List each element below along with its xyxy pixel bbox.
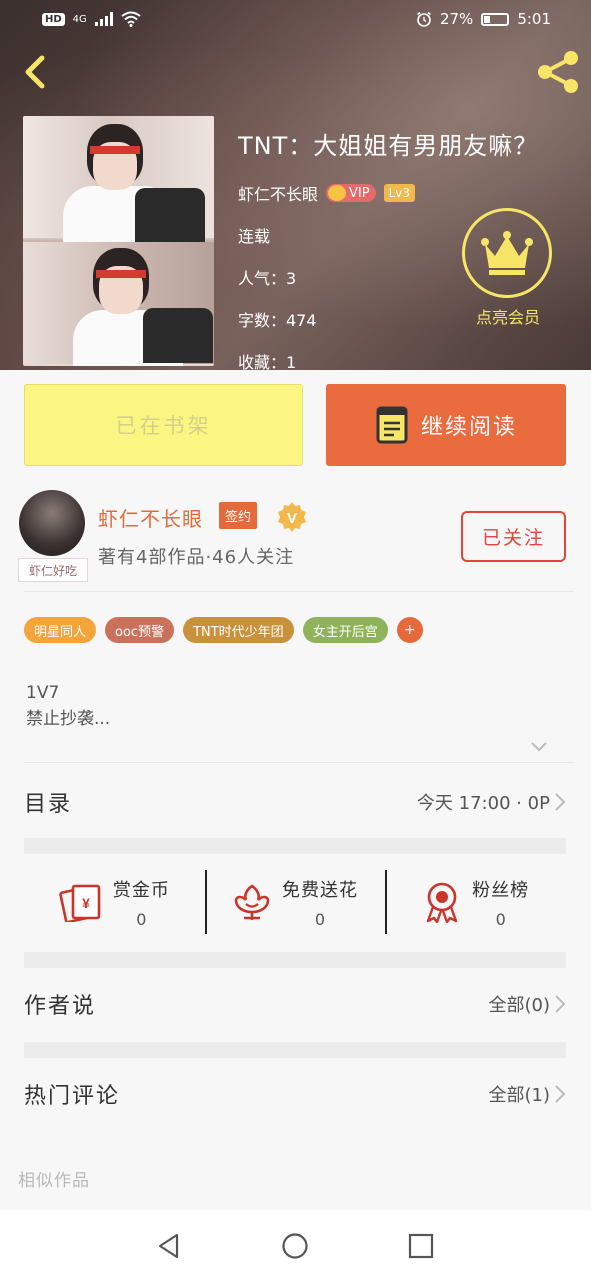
hot-comments-title: 热门评论 xyxy=(24,1084,121,1109)
book-cover[interactable] xyxy=(23,116,214,366)
author-avatar[interactable] xyxy=(19,490,85,556)
divider xyxy=(24,762,574,763)
nav-back-icon[interactable] xyxy=(155,1232,183,1260)
red-envelope-icon: ¥ xyxy=(59,884,101,922)
stat-value: 0 xyxy=(136,909,147,929)
chevron-right-icon xyxy=(555,793,566,811)
back-arrow-icon[interactable] xyxy=(16,52,56,92)
support-stats: ¥ 赏金币 0 免费送花 0 粉丝榜 0 xyxy=(24,866,566,938)
similar-works-heading: 相似作品 xyxy=(18,1171,90,1191)
book-favorites: 收藏：1 xyxy=(238,353,297,370)
flower-icon xyxy=(234,884,270,920)
battery-percent: 27% xyxy=(439,10,474,28)
tag-list: 明星同人 ooc预警 TNT时代少年团 女主开后宫 + xyxy=(24,617,423,643)
section-separator xyxy=(24,952,566,968)
book-title: TNT：大姐姐有男朋友嘛？ xyxy=(238,132,539,160)
book-author[interactable]: 虾仁不长眼 xyxy=(238,181,318,205)
hd-icon: HD xyxy=(42,12,65,26)
continue-reading-button[interactable]: 继续阅读 xyxy=(326,384,566,466)
alarm-icon xyxy=(416,11,431,27)
signed-badge: 签约 xyxy=(219,502,258,529)
crown-icon xyxy=(328,185,347,201)
in-bookshelf-button[interactable]: 已在书架 xyxy=(24,384,303,466)
chevron-right-icon xyxy=(555,995,566,1013)
verified-badge-icon: V xyxy=(278,502,306,532)
battery-icon xyxy=(481,12,510,26)
chevron-right-icon xyxy=(555,1085,566,1103)
author-says-row[interactable]: 作者说 全部(0) xyxy=(24,982,566,1026)
chevron-down-icon[interactable] xyxy=(530,740,548,754)
fan-ranking-button[interactable]: 粉丝榜 0 xyxy=(385,866,566,938)
tag-chip[interactable]: 女主开后宫 xyxy=(302,617,388,643)
book-summary: 1V7 禁止抄袭... xyxy=(26,680,110,732)
author-name[interactable]: 虾仁不长眼 xyxy=(98,503,203,532)
network-label: 4G xyxy=(72,13,87,25)
summary-line: 1V7 xyxy=(26,683,60,703)
stat-label: 赏金币 xyxy=(112,879,170,901)
stat-label: 粉丝榜 xyxy=(472,879,530,901)
catalog-row[interactable]: 目录 今天 17:00 · 0P xyxy=(24,780,566,824)
catalog-title: 目录 xyxy=(24,792,73,817)
reward-coins-button[interactable]: ¥ 赏金币 0 xyxy=(24,866,205,938)
hot-comments-row[interactable]: 热门评论 全部(1) xyxy=(24,1072,566,1116)
catalog-updated: 今天 17:00 · 0P xyxy=(416,793,550,814)
avatar-caption: 虾仁好吃 xyxy=(18,558,88,582)
vip-badge: VIP xyxy=(326,184,376,202)
add-tag-button[interactable]: + xyxy=(396,617,423,643)
author-says-all: 全部(0) xyxy=(488,995,551,1016)
author-stats: 著有4部作品·46人关注 xyxy=(98,547,295,568)
svg-text:¥: ¥ xyxy=(82,895,90,911)
member-label: 点亮会员 xyxy=(475,308,540,327)
book-icon xyxy=(376,406,408,444)
share-icon[interactable] xyxy=(533,48,583,96)
tag-chip[interactable]: ooc预警 xyxy=(105,617,175,643)
crown-icon xyxy=(481,231,533,275)
divider xyxy=(24,591,574,592)
signal-icon xyxy=(94,12,113,26)
nav-recents-icon[interactable] xyxy=(407,1232,435,1260)
book-header: HD 4G 27% 5:01 TNT：大姐姐有男朋友嘛？ 虾仁不长眼 VIP L… xyxy=(0,0,591,370)
section-separator xyxy=(24,838,566,854)
clock: 5:01 xyxy=(517,10,551,28)
level-badge: Lv3 xyxy=(383,184,416,202)
stat-value: 0 xyxy=(314,909,326,929)
send-flower-button[interactable]: 免费送花 0 xyxy=(204,866,386,938)
status-bar: HD 4G 27% 5:01 xyxy=(0,0,591,38)
summary-line: 禁止抄袭... xyxy=(26,709,111,729)
hot-comments-all: 全部(1) xyxy=(488,1085,551,1106)
tag-chip[interactable]: 明星同人 xyxy=(24,617,97,643)
nav-home-icon[interactable] xyxy=(281,1232,309,1260)
stat-label: 免费送花 xyxy=(282,879,358,901)
section-separator xyxy=(24,1042,566,1058)
svg-text:V: V xyxy=(287,510,297,527)
tag-chip[interactable]: TNT时代少年团 xyxy=(183,617,294,643)
member-button[interactable]: 点亮会员 xyxy=(462,208,554,328)
stat-value: 0 xyxy=(495,909,506,929)
wifi-icon xyxy=(121,11,141,27)
medal-icon xyxy=(426,882,458,923)
follow-button[interactable]: 已关注 xyxy=(461,511,566,562)
author-says-title: 作者说 xyxy=(24,994,97,1019)
